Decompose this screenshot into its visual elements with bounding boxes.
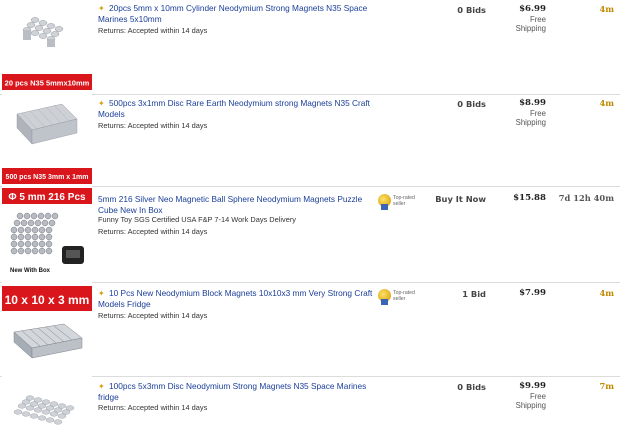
bid-count: 1 Bid [462,289,486,299]
time-left: 7d 12h 40m [558,193,614,203]
bid-count: 0 Bids [457,99,486,109]
new-listing-icon: ✦ [98,4,105,13]
listing-thumbnail[interactable]: 20 pcs N35 5mmx10mm [2,0,92,92]
listing-price: $8.99 [519,98,546,108]
returns-policy: Returns: Accepted within 14 days [98,227,208,236]
time-left: 4m [599,98,614,108]
listing-thumbnail[interactable] [2,376,92,444]
listing-thumbnail[interactable]: 10 x 10 x 3 mm [2,282,92,374]
bid-count: 0 Bids [457,382,486,392]
time-left: 4m [599,4,614,14]
listing-row: 10 x 10 x 3 mm ✦ 10 Pcs New Neodymium Blo… [0,282,620,377]
returns-policy: Returns: Accepted within 14 days [98,311,208,320]
new-listing-icon: ✦ [98,289,105,298]
search-results-list: 20 pcs N35 5mmx10mm ✦ 20pcs 5mm x 10mm Cy… [0,0,620,444]
listing-row: 20 pcs N35 5mmx10mm ✦ 20pcs 5mm x 10mm Cy… [0,0,620,95]
thumbnail-label: 20 pcs N35 5mmx10mm [5,79,90,88]
listing-title-link[interactable]: ✦ 100pcs 5x3mm Disc Neodymium Strong Magn… [98,381,373,403]
listing-price: $7.99 [519,288,546,298]
new-listing-icon: ✦ [98,382,105,391]
listing-row: ✦ 100pcs 5x3mm Disc Neodymium Strong Magn… [0,376,620,444]
returns-policy: Returns: Accepted within 14 days [98,403,208,412]
listing-row: Φ 5 mm 216 Pcs New With Box 5mm 216 Silv… [0,186,620,283]
top-rated-seller-badge: Top-rated seller [378,289,418,309]
thumbnail-label: 10 x 10 x 3 mm [5,293,90,307]
listing-thumbnail[interactable]: 500 pcs N35 3mm x 1mm [2,94,92,184]
top-rated-seller-badge: Top-rated seller [378,194,418,214]
shipping-info: Free Shipping [515,392,546,410]
bid-count: 0 Bids [457,5,486,15]
buy-it-now-label: Buy It Now [435,194,486,204]
listing-row: 500 pcs N35 3mm x 1mm ✦ 500pcs 3x1mm Disc… [0,94,620,187]
shipping-info: Free Shipping [515,109,546,127]
listing-thumbnail[interactable]: Φ 5 mm 216 Pcs New With Box [2,186,92,280]
listing-price: $9.99 [519,381,546,391]
listing-title-link[interactable]: ✦ 500pcs 3x1mm Disc Rare Earth Neodymium … [98,98,373,120]
listing-price: $15.88 [513,193,546,203]
listing-title-link[interactable]: ✦ 10 Pcs New Neodymium Block Magnets 10x1… [98,288,373,310]
listing-title-link[interactable]: 5mm 216 Silver Neo Magnetic Ball Sphere … [98,194,373,216]
thumbnail-label: 500 pcs N35 3mm x 1mm [6,174,89,181]
time-left: 7m [599,381,614,391]
listing-title-link[interactable]: ✦ 20pcs 5mm x 10mm Cylinder Neodymium Str… [98,3,373,25]
thumbnail-sub-label: New With Box [10,268,51,274]
time-left: 4m [599,288,614,298]
listing-price: $6.99 [519,4,546,14]
shipping-info: Free Shipping [515,15,546,33]
new-listing-icon: ✦ [98,99,105,108]
returns-policy: Returns: Accepted within 14 days [98,26,208,35]
thumbnail-label: Φ 5 mm 216 Pcs [8,192,86,203]
returns-policy: Returns: Accepted within 14 days [98,121,208,130]
listing-subtitle: Funny Toy SGS Certified USA F&P 7-14 Wor… [98,215,296,224]
